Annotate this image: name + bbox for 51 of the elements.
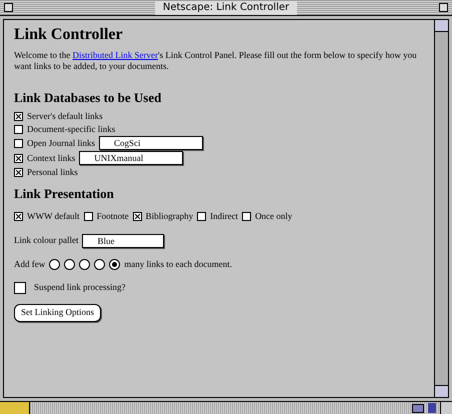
intro-text: Welcome to the Distributed Link Server's Link Control Panel. Please fill out the form below to specify how you want links to be added, to your documents.: [14, 50, 418, 72]
checkbox[interactable]: [14, 168, 23, 176]
checkbox[interactable]: [132, 212, 142, 222]
option-label: Suspend link processing?: [34, 281, 126, 294]
scrollbar[interactable]: [434, 20, 448, 397]
page-heading: Link Controller: [14, 25, 123, 45]
checkbox[interactable]: [14, 154, 23, 162]
text-field[interactable]: UNIXmanual: [79, 151, 184, 165]
checkbox[interactable]: [197, 212, 206, 222]
scroll-up-icon[interactable]: [435, 20, 448, 32]
checkbox[interactable]: [14, 212, 23, 222]
text-field[interactable]: Blue: [82, 234, 164, 248]
option-label: Server's default links: [27, 110, 103, 122]
cross-icon: [16, 156, 21, 160]
cross-icon: [16, 214, 21, 220]
checkbox[interactable]: [14, 138, 23, 148]
option-label: Once only: [255, 210, 292, 223]
window-title: Netscape: Link Controller: [154, 0, 298, 14]
option-label: Personal links: [27, 166, 78, 178]
checkbox[interactable]: [242, 212, 252, 222]
checkbox[interactable]: [14, 124, 23, 134]
radio-button[interactable]: [49, 258, 60, 270]
option-label: Context links: [27, 152, 76, 164]
scale-label: many links to each document.: [124, 258, 232, 271]
checkbox[interactable]: [14, 282, 26, 294]
resize-box-icon[interactable]: [440, 402, 452, 414]
section-heading: Link Presentation: [14, 186, 114, 202]
radio-button[interactable]: [79, 258, 90, 270]
option-label: Document-specific links: [27, 123, 116, 135]
option-label: WWW default: [27, 210, 80, 223]
option-label: Open Journal links: [27, 137, 95, 149]
close-box-icon[interactable]: [4, 3, 13, 12]
cross-icon: [16, 170, 21, 174]
field-label: Link colour pallet: [14, 234, 78, 247]
cross-icon: [16, 114, 21, 118]
section-heading: Link Databases to be Used: [14, 90, 162, 106]
zoom-box-icon[interactable]: [439, 3, 448, 12]
text-field[interactable]: CogSci: [99, 136, 203, 150]
submit-button[interactable]: Set Linking Options: [14, 304, 102, 322]
option-label: Indirect: [210, 210, 238, 223]
cross-icon: [134, 214, 140, 220]
server-link[interactable]: Distributed Link Server: [72, 50, 158, 60]
option-label: Bibliography: [146, 210, 194, 223]
scale-label: Add few: [14, 258, 46, 270]
radio-button[interactable]: [109, 258, 120, 270]
radio-button[interactable]: [64, 258, 76, 270]
scroll-down-icon[interactable]: [435, 385, 448, 397]
option-label: Footnote: [96, 210, 129, 223]
checkbox[interactable]: [14, 112, 23, 120]
checkbox[interactable]: [84, 212, 93, 222]
radio-button[interactable]: [94, 258, 106, 270]
